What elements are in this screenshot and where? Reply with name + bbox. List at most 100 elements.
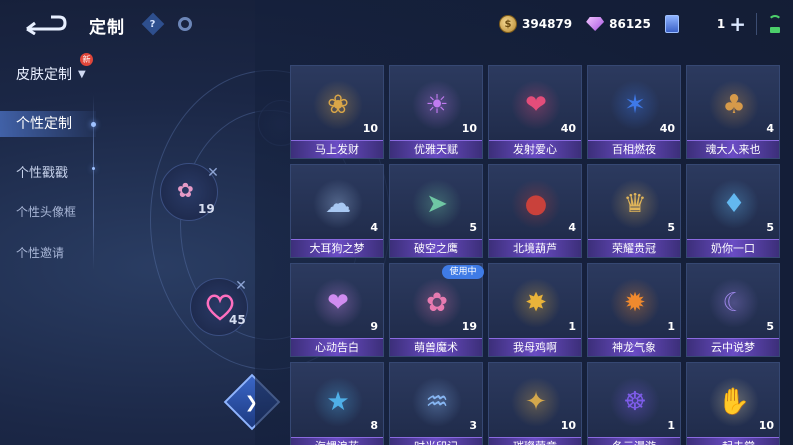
item-card[interactable]: ☸ 1 冬元漫游 (587, 362, 681, 445)
cinnamoroll-icon: ☁ (313, 179, 363, 229)
diamond-icon (586, 17, 605, 31)
item-quantity: 9 (370, 320, 378, 333)
item-name: 云中说梦 (687, 338, 779, 356)
item-name: 马上发财 (291, 140, 383, 158)
horse-icon: ❀ (313, 80, 363, 130)
item-quantity: 4 (568, 221, 576, 234)
item-card[interactable]: ❤ 9 心动告白 (290, 263, 384, 357)
item-card[interactable]: ✸ 1 我母鸡啊 (488, 263, 582, 357)
item-name: 北境葫芦 (489, 239, 581, 257)
item-card[interactable]: ☾ 5 云中说梦 (686, 263, 780, 357)
item-quantity: 5 (766, 320, 774, 333)
dog-heart-icon: ❤ (511, 80, 561, 130)
item-quantity: 10 (560, 419, 576, 432)
currency-diamond: 86125 (586, 17, 651, 31)
item-quantity: 4 (766, 122, 774, 135)
item-quantity: 3 (469, 419, 477, 432)
item-quantity: 4 (370, 221, 378, 234)
item-name: 璀璨荣章 (489, 437, 581, 445)
item-card[interactable]: ❤ 40 发射爱心 (488, 65, 582, 159)
medal-icon: ✦ (511, 377, 561, 427)
item-card[interactable]: ✋10 一起击掌 (686, 362, 780, 445)
item-card[interactable]: ✹ 1 神龙气象 (587, 263, 681, 357)
item-name: 百相燃夜 (588, 140, 680, 158)
nav-dot (92, 167, 95, 170)
page-title: 定制 (89, 18, 125, 38)
item-quantity: 10 (758, 419, 774, 432)
fish-icon: ♒ (412, 377, 462, 427)
gear-icon[interactable] (178, 17, 192, 31)
item-card[interactable]: ✶ 40 百相燃夜 (587, 65, 681, 159)
nav-item-poke[interactable]: 个性戳戳 (16, 162, 68, 181)
nav-category-skin-custom[interactable]: 皮肤定制 ▼ (16, 64, 86, 84)
crown-icon: ♛ (610, 179, 660, 229)
gourd-icon: ● (511, 179, 561, 229)
starfish-icon: ★ (313, 377, 363, 427)
close-icon[interactable]: ✕ (205, 165, 221, 181)
item-name: 一起击掌 (687, 437, 779, 445)
item-card[interactable]: ♒ 3 时光印记 (389, 362, 483, 445)
gold-coin-icon: $ (499, 15, 518, 33)
help-icon[interactable]: ? (141, 12, 165, 36)
divider (756, 13, 757, 35)
currency-bar: $ 394879 86125 1 + (499, 8, 793, 40)
slot-count: 45 (229, 313, 246, 327)
in-use-badge: 使用中 (442, 265, 484, 279)
back-button[interactable] (22, 10, 68, 38)
item-name: 发射爱心 (489, 140, 581, 158)
nav-item-custom[interactable]: 个性定制 (0, 111, 96, 137)
currency-gold: $ 394879 (499, 15, 572, 33)
item-card[interactable]: ☀ 10 优雅天赋 (389, 65, 483, 159)
item-name: 荣耀贵冠 (588, 239, 680, 257)
item-quantity: 1 (667, 320, 675, 333)
item-card[interactable]: ☁ 4 大耳狗之梦 (290, 164, 384, 258)
item-card[interactable]: ● 4 北境葫芦 (488, 164, 582, 258)
chick-icon: ✸ (511, 278, 561, 328)
item-quantity: 10 (362, 122, 378, 135)
rabbit-magic-icon: ✿ (412, 278, 462, 328)
item-name: 魂大人来也 (687, 140, 779, 158)
back-arrow-icon (26, 15, 67, 35)
new-badge: 新 (80, 53, 93, 66)
cat-icon: ☸ (610, 377, 660, 427)
item-name: 萌兽魔术 (390, 338, 482, 356)
item-card[interactable]: ★ 8 海螺浪花 (290, 362, 384, 445)
item-quantity: 1 (667, 419, 675, 432)
item-quantity: 1 (568, 320, 576, 333)
item-card[interactable]: ✦10 璀璨荣章 (488, 362, 582, 445)
wifi-icon (767, 15, 783, 33)
item-quantity: 5 (667, 221, 675, 234)
item-quantity: 10 (461, 122, 477, 135)
item-card[interactable]: ♦ 5 奶你一口 (686, 164, 780, 258)
close-icon[interactable]: ✕ (233, 278, 249, 294)
ticket-icon (664, 15, 679, 33)
item-name: 冬元漫游 (588, 437, 680, 445)
nav-item-avatar-frame[interactable]: 个性头像框 (16, 203, 76, 220)
slot-count: 19 (198, 202, 215, 216)
nav-item-invite[interactable]: 个性邀请 (16, 244, 64, 261)
dragon-fire-icon: ✹ (610, 278, 660, 328)
item-quantity: 5 (766, 221, 774, 234)
item-quantity: 40 (659, 122, 675, 135)
crystal-icon: ♦ (709, 179, 759, 229)
add-ticket-button[interactable]: + (729, 14, 746, 34)
item-name: 奶你一口 (687, 239, 779, 257)
item-quantity: 40 (560, 122, 576, 135)
rainbow-icon: ☀ (412, 80, 462, 130)
item-name: 我母鸡啊 (489, 338, 581, 356)
item-card[interactable]: ♣ 4 魂大人来也 (686, 65, 780, 159)
heart-crystal-icon: ❤ (313, 278, 363, 328)
item-card[interactable]: ❀ 10 马上发财 (290, 65, 384, 159)
item-name: 神龙气象 (588, 338, 680, 356)
item-name: 大耳狗之梦 (291, 239, 383, 257)
item-name: 破空之鹰 (390, 239, 482, 257)
item-grid: ❀ 10 马上发财 ☀ 10 优雅天赋 ❤ 40 发射爱心 ✶ 40 百相燃夜 ♣ 4 魂大人来也 ☁ 4 大耳狗… (290, 65, 790, 445)
item-name: 心动告白 (291, 338, 383, 356)
item-card[interactable]: ➤ 5 破空之鹰 (389, 164, 483, 258)
item-card[interactable]: ♛ 5 荣耀贵冠 (587, 164, 681, 258)
nav-category-label: 皮肤定制 (16, 67, 72, 83)
item-name: 海螺浪花 (291, 437, 383, 445)
item-quantity: 8 (370, 419, 378, 432)
clap-icon: ✋ (709, 377, 759, 427)
item-quantity: 19 (461, 320, 477, 333)
